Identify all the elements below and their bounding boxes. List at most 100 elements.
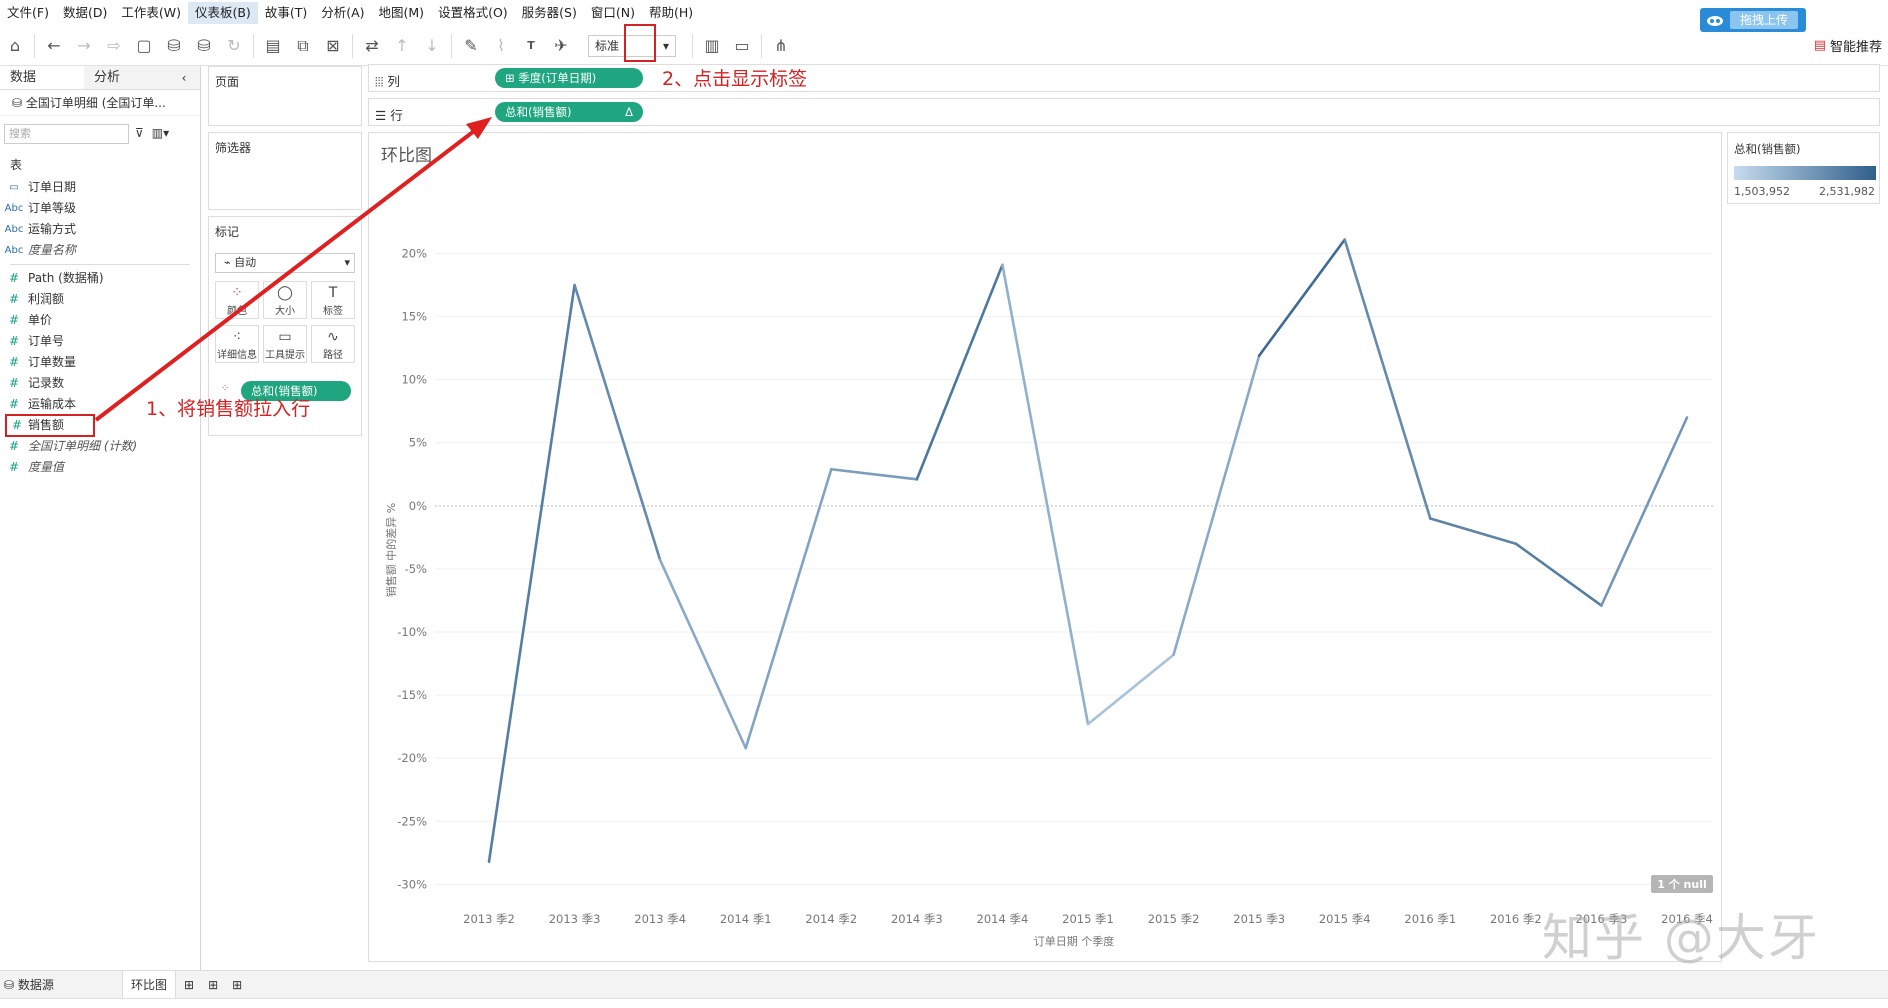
columns-shelf[interactable]: ⦙⦙⦙ 列 ⊞ 季度(订单日期) xyxy=(368,64,1880,92)
sort-asc-icon[interactable]: ↑ xyxy=(387,31,417,61)
home-icon[interactable]: ⌂ xyxy=(0,31,30,61)
pages-card[interactable]: 页面 xyxy=(208,66,362,126)
collapse-icon[interactable]: ‹ xyxy=(168,66,200,89)
measure-field[interactable]: # 单价 xyxy=(0,310,200,331)
datasource-tab[interactable]: ⛁ 数据源 xyxy=(0,976,122,993)
size-button[interactable]: ◯ 大小 xyxy=(263,281,307,319)
color-legend: 总和(销售额) 1,503,952 2,531,982 xyxy=(1727,132,1880,204)
measure-field[interactable]: # Path (数据桶) xyxy=(0,268,200,289)
show-cards-icon[interactable]: ▥ xyxy=(697,31,727,61)
new-story-tab-icon[interactable]: ⊞ xyxy=(232,978,242,992)
x-tick-label: 2015 季4 xyxy=(1319,912,1371,926)
sort-desc-icon[interactable]: ↓ xyxy=(417,31,447,61)
measure-field-sales[interactable]: # 销售额 xyxy=(5,414,95,437)
series-segment xyxy=(658,558,748,750)
series-segment xyxy=(915,263,1004,481)
string-icon: Abc xyxy=(4,224,24,235)
recommend-icon: ▤ xyxy=(1813,38,1826,53)
fit-value: 标准 xyxy=(595,39,620,53)
pin-icon[interactable]: ✈ xyxy=(546,31,576,61)
presentation-icon[interactable]: ▭ xyxy=(727,31,757,61)
columns-pill[interactable]: ⊞ 季度(订单日期) xyxy=(495,68,643,88)
tab-analysis[interactable]: 分析 xyxy=(84,66,168,89)
menu-item[interactable]: 窗口(N) xyxy=(584,2,642,24)
menu-item[interactable]: 故事(T) xyxy=(258,2,314,24)
database-icon: ⛁ xyxy=(12,96,26,110)
y-tick-label: 10% xyxy=(401,373,427,387)
new-sheet-icon[interactable]: ▤ xyxy=(258,31,288,61)
menu-item[interactable]: 数据(D) xyxy=(56,2,114,24)
series-segment xyxy=(1343,238,1432,520)
field-name: 单价 xyxy=(28,313,53,327)
path-button[interactable]: ∿ 路径 xyxy=(311,325,355,363)
menu-item[interactable]: 服务器(S) xyxy=(515,2,584,24)
redo-icon[interactable]: → xyxy=(69,31,99,61)
menu-item[interactable]: 文件(F) xyxy=(0,2,56,24)
mark-type-select[interactable]: ⌁ 自动 ▾ xyxy=(215,253,355,273)
chart-title: 环比图 xyxy=(381,146,432,166)
tooltip-button[interactable]: ▭ 工具提示 xyxy=(263,325,307,363)
dimension-field[interactable]: ▭ 订单日期 xyxy=(0,177,200,198)
rows-pill[interactable]: 总和(销售额) Δ xyxy=(495,102,643,122)
measure-field[interactable]: # 度量值 xyxy=(0,457,200,478)
dimension-field[interactable]: Abc 度量名称 xyxy=(0,240,200,261)
dimension-field[interactable]: Abc 订单等级 xyxy=(0,198,200,219)
rows-shelf[interactable]: ☰ 行 总和(销售额) Δ xyxy=(368,98,1880,126)
replay-icon[interactable]: ⇨ xyxy=(99,31,129,61)
view-options-icon[interactable]: ▥▾ xyxy=(152,126,169,140)
pause-updates-icon[interactable]: ⛁ xyxy=(189,31,219,61)
y-tick-label: 0% xyxy=(409,499,427,513)
annotation-step1: 1、将销售额拉入行 xyxy=(146,398,311,420)
new-dashboard-tab-icon[interactable]: ⊞ xyxy=(208,978,218,992)
swap-icon[interactable]: ⇄ xyxy=(357,31,387,61)
highlight-icon[interactable]: ✎ xyxy=(456,31,486,61)
measure-field[interactable]: # 利润额 xyxy=(0,289,200,310)
menu-item[interactable]: 分析(A) xyxy=(314,2,371,24)
detail-icon: ⁖ xyxy=(232,329,242,345)
refresh-icon[interactable]: ↻ xyxy=(219,31,249,61)
dimension-field[interactable]: Abc 运输方式 xyxy=(0,219,200,240)
measure-field[interactable]: # 订单数量 xyxy=(0,352,200,373)
columns-icon: ⦙⦙⦙ xyxy=(375,74,388,89)
legend-min: 1,503,952 xyxy=(1734,185,1790,198)
clear-sheet-icon[interactable]: ⊠ xyxy=(318,31,348,61)
new-datasource-icon[interactable]: ⛁ xyxy=(159,31,189,61)
x-tick-label: 2014 季1 xyxy=(720,912,772,926)
duplicate-sheet-icon[interactable]: ⧉ xyxy=(288,31,318,61)
menu-item[interactable]: 仪表板(B) xyxy=(187,2,258,24)
menu-item[interactable]: 设置格式(O) xyxy=(431,2,515,24)
legend-max: 2,531,982 xyxy=(1819,185,1875,198)
filter-icon[interactable]: ⊽ xyxy=(135,126,144,140)
search-input[interactable]: 搜索 xyxy=(4,124,129,144)
x-tick-label: 2016 季2 xyxy=(1490,912,1542,926)
filters-card[interactable]: 筛选器 xyxy=(208,132,362,210)
show-labels-icon[interactable]: T xyxy=(516,31,546,61)
detail-button[interactable]: ⁖ 详细信息 xyxy=(215,325,259,363)
sheet-tab[interactable]: 环比图 xyxy=(122,970,177,999)
label-button[interactable]: T 标签 xyxy=(311,281,355,319)
tab-data[interactable]: 数据 xyxy=(0,66,84,89)
x-axis-label: 订单日期 个季度 xyxy=(1034,934,1115,948)
columns-label: ⦙⦙⦙ 列 xyxy=(375,71,400,90)
measure-field[interactable]: # 记录数 xyxy=(0,373,200,394)
measure-field[interactable]: # 全国订单明细 (计数) xyxy=(0,436,200,457)
share-icon[interactable]: ⋔ xyxy=(766,31,796,61)
y-axis-label: 销售额 中的差异 % xyxy=(384,503,398,597)
color-dots-icon: ⁘ xyxy=(221,383,230,394)
legend-title: 总和(销售额) xyxy=(1734,142,1801,156)
x-tick-label: 2014 季3 xyxy=(891,912,943,926)
menu-item[interactable]: 帮助(H) xyxy=(642,2,700,24)
group-icon[interactable]: ⌇ xyxy=(486,31,516,61)
menu-item[interactable]: 工作表(W) xyxy=(114,2,188,24)
smart-recommend-button[interactable]: ▤ 智能推荐 xyxy=(1814,36,1882,55)
menu-item[interactable]: 地图(M) xyxy=(372,2,432,24)
save-icon[interactable]: ▢ xyxy=(129,31,159,61)
color-button[interactable]: ⁘ 颜色 xyxy=(215,281,259,319)
datasource-item[interactable]: ⛁ 全国订单明细 (全国订单... xyxy=(0,90,200,116)
columns-text: 列 xyxy=(387,74,400,89)
undo-icon[interactable]: ← xyxy=(39,31,69,61)
new-sheet-tab-icon[interactable]: ⊞ xyxy=(184,978,194,992)
measure-field[interactable]: # 订单号 xyxy=(0,331,200,352)
y-tick-label: -15% xyxy=(397,688,427,702)
toolbar: ⌂ ← → ⇨ ▢ ⛁ ⛁ ↻ ▤ ⧉ ⊠ ⇄ ↑ ↓ ✎ ⌇ T ✈ 标准 ▾ … xyxy=(0,26,1888,66)
